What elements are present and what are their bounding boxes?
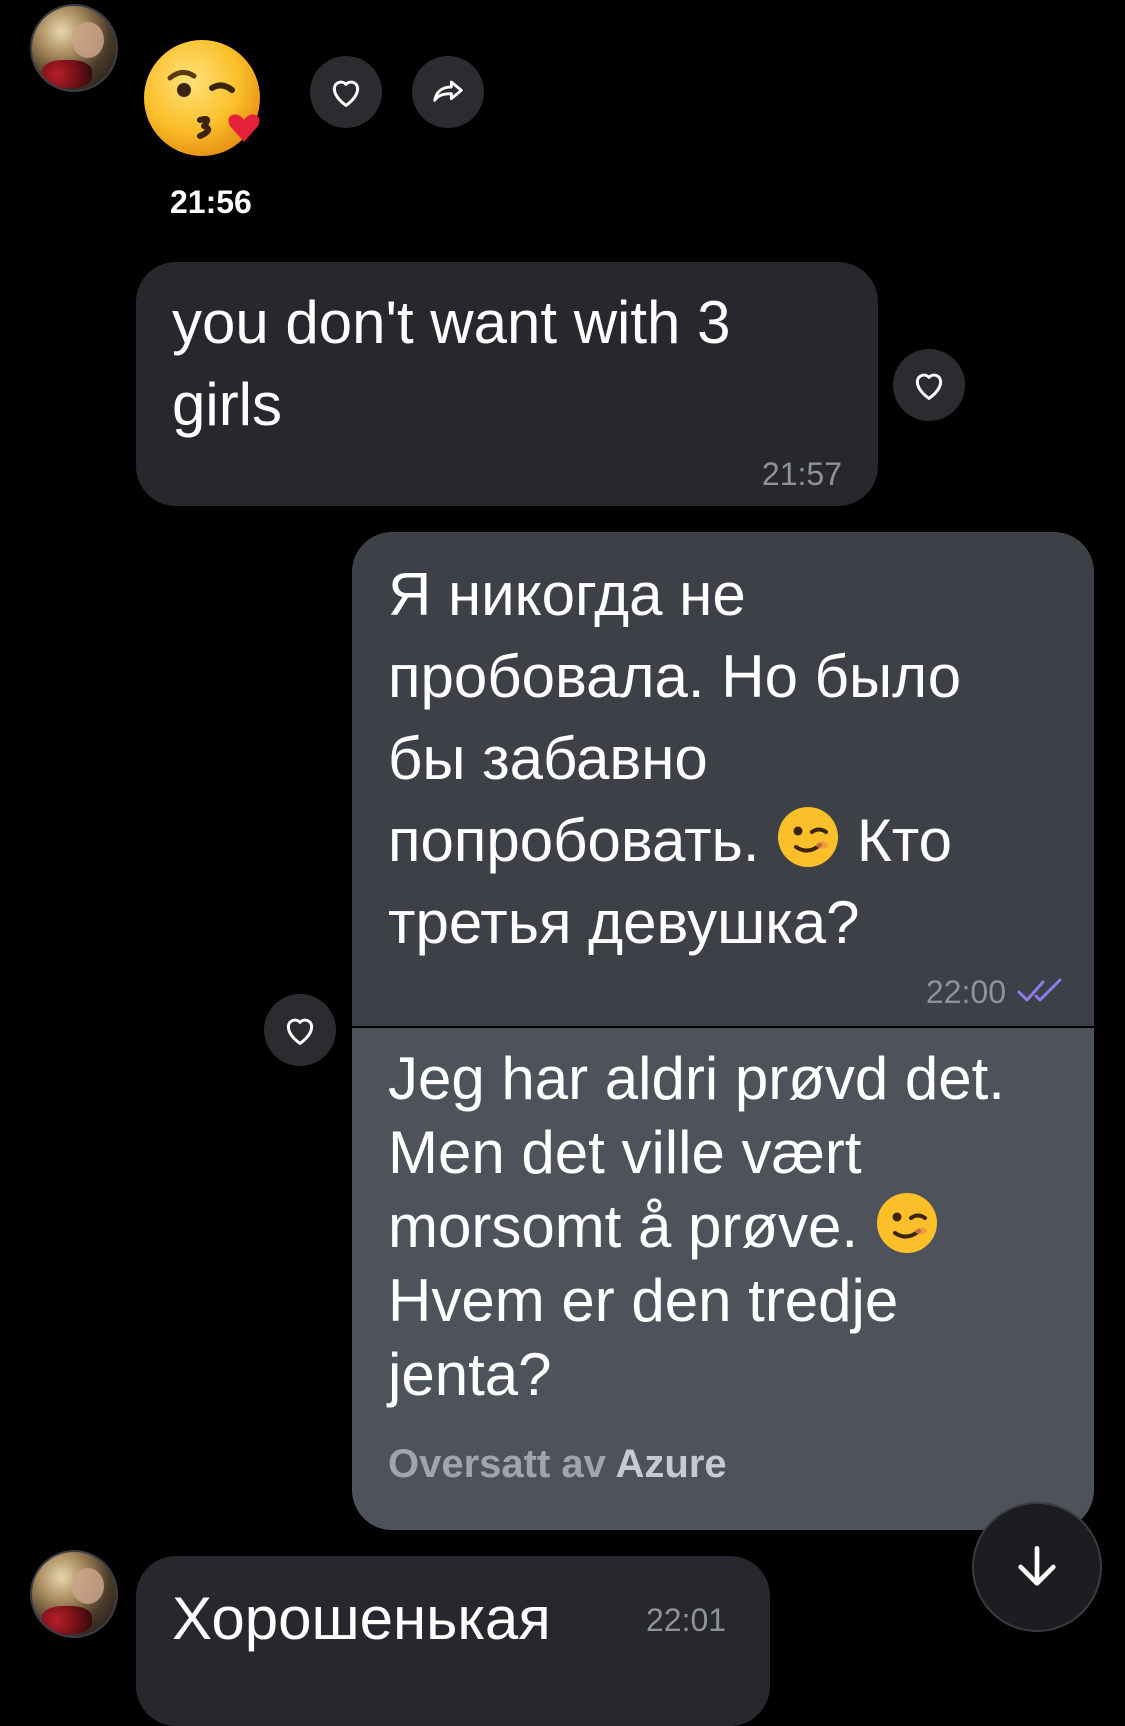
message-text: Хорошенькая bbox=[172, 1585, 551, 1652]
translation-provider: Azure bbox=[615, 1442, 727, 1486]
original-message: Я никогда не пробовала. Но было бы забав… bbox=[352, 532, 1094, 1026]
contact-avatar[interactable] bbox=[30, 4, 118, 92]
heart-icon bbox=[915, 373, 943, 400]
message-text: Я никогда не пробовала. Но было бы забав… bbox=[388, 554, 1078, 964]
message-time: 22:00 bbox=[925, 974, 1006, 1010]
translation-credit: Oversatt av Azure bbox=[388, 1442, 727, 1487]
message-text: you don't want with 3 girls bbox=[172, 289, 731, 438]
message-time: 22:01 bbox=[646, 1602, 727, 1638]
arrow-down-icon bbox=[1018, 1546, 1056, 1586]
share-button[interactable] bbox=[412, 56, 484, 128]
message-time: 21:56 bbox=[170, 184, 252, 220]
winking-face-emoji bbox=[876, 1193, 937, 1253]
avatar-flowers bbox=[42, 1606, 92, 1634]
incoming-message-bubble[interactable]: Хорошенькая 22:01 bbox=[136, 1556, 770, 1726]
translated-text: Jeg har aldri prøvd det. Men det ville v… bbox=[388, 1042, 1078, 1412]
kissing-face-emoji bbox=[144, 40, 260, 156]
double-check-icon bbox=[1017, 978, 1062, 1002]
react-heart-button[interactable] bbox=[264, 994, 336, 1066]
translation-credit-prefix: Oversatt av bbox=[388, 1442, 616, 1486]
outgoing-message-bubble[interactable]: Я никогда не пробовала. Но было бы забав… bbox=[352, 532, 1094, 1530]
avatar-face bbox=[72, 22, 104, 58]
translation-section: Jeg har aldri prøvd det. Men det ville v… bbox=[352, 1028, 1094, 1530]
winking-face-emoji bbox=[778, 807, 839, 867]
avatar-face bbox=[72, 1568, 104, 1604]
heart-icon bbox=[286, 1018, 314, 1045]
react-heart-button[interactable] bbox=[893, 349, 965, 421]
react-heart-button[interactable] bbox=[310, 56, 382, 128]
message-time: 21:57 bbox=[761, 456, 842, 492]
avatar-flowers bbox=[42, 60, 92, 88]
translated-text-part: Hvem er den tredje jenta? bbox=[388, 1267, 899, 1408]
incoming-message-bubble[interactable]: you don't want with 3 girls 21:57 bbox=[136, 262, 878, 506]
contact-avatar[interactable] bbox=[30, 1550, 118, 1638]
heart-icon bbox=[332, 80, 360, 107]
share-icon bbox=[433, 80, 463, 102]
scroll-to-bottom-button[interactable] bbox=[972, 1502, 1102, 1632]
